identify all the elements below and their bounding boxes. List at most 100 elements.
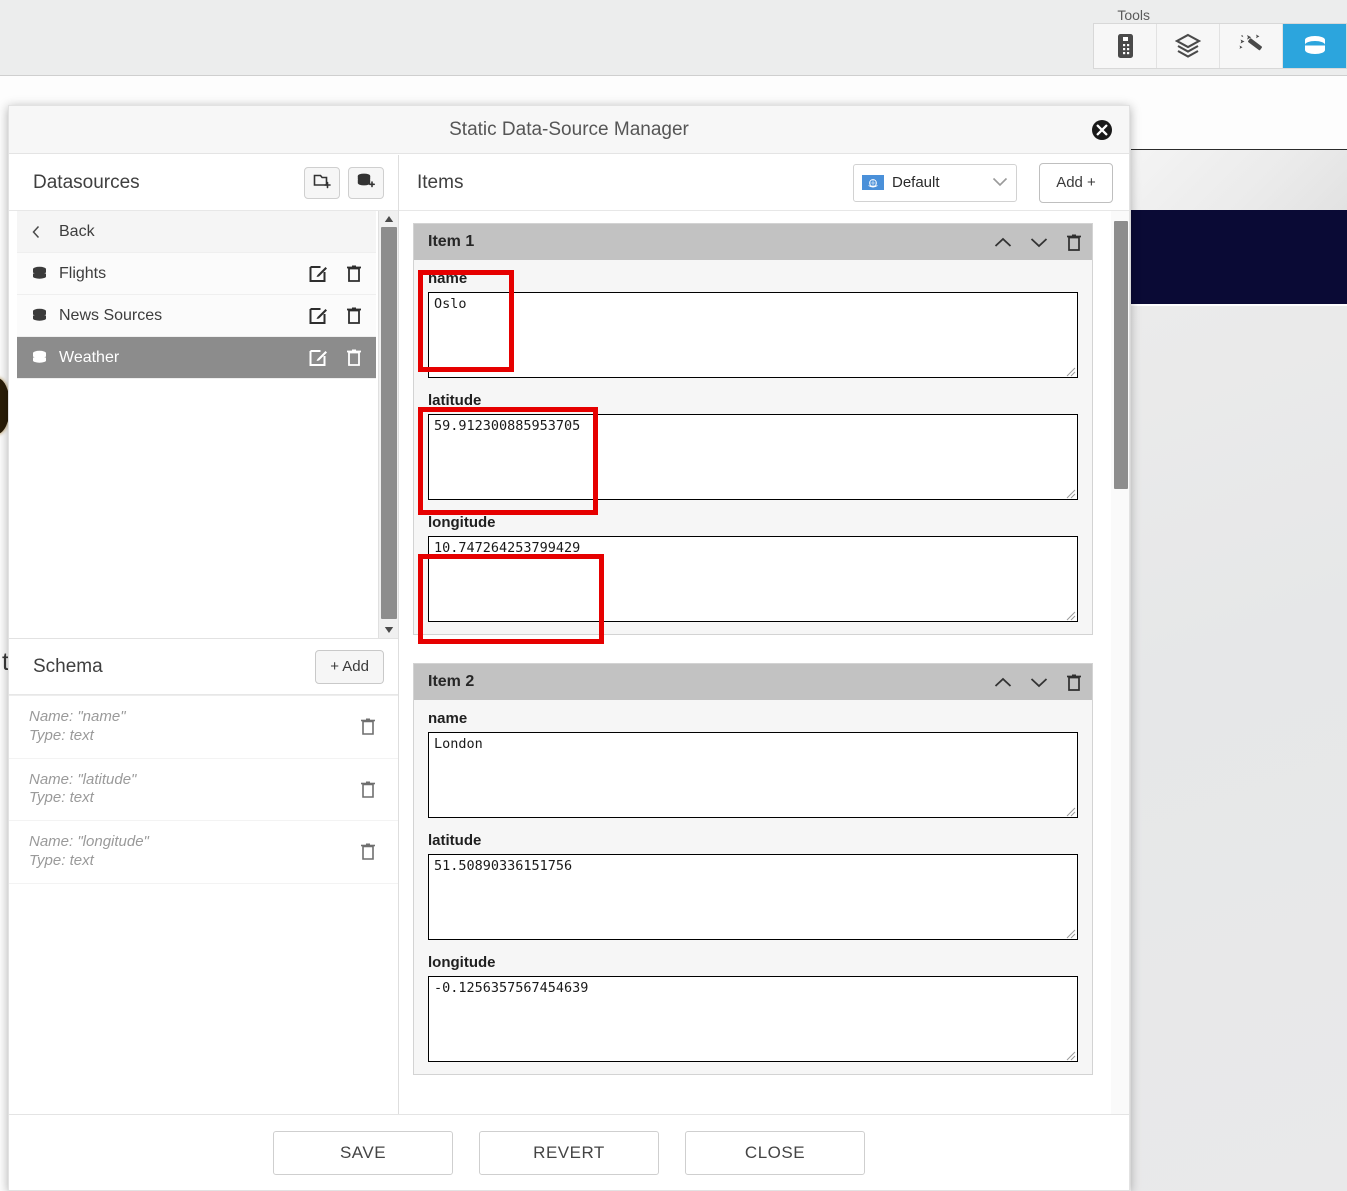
scroll-up-arrow[interactable] <box>379 211 398 227</box>
widget-tool-button[interactable] <box>1094 24 1157 68</box>
datasource-row-news-sources[interactable]: News Sources <box>17 295 376 337</box>
items-scrollbar[interactable] <box>1111 211 1129 1114</box>
database-icon <box>31 266 53 281</box>
chevron-down-icon[interactable] <box>1030 677 1048 688</box>
tool-button-group <box>1093 23 1347 69</box>
schema-field-info: Name: "latitude" Type: text <box>29 771 360 809</box>
field-label: longitude <box>428 514 496 531</box>
add-item-button[interactable]: Add + <box>1039 162 1113 203</box>
trash-icon[interactable] <box>346 306 362 325</box>
schema-add-button[interactable]: + Add <box>315 649 384 684</box>
back-row[interactable]: Back <box>17 211 376 253</box>
field-label: name <box>428 270 468 287</box>
trash-icon[interactable] <box>1066 233 1082 252</box>
field-textarea[interactable]: 59.912300885953705 <box>428 414 1078 500</box>
database-icon <box>31 350 53 365</box>
trash-icon[interactable] <box>346 264 362 283</box>
resize-grip-icon[interactable] <box>1064 364 1076 377</box>
item-actions <box>994 233 1082 252</box>
scroll-down-arrow[interactable] <box>379 622 398 638</box>
items-title: Items <box>417 171 464 193</box>
edit-icon[interactable] <box>309 306 328 325</box>
field-value: 10.747264253799429 <box>434 540 581 556</box>
item-field: latitude 51.50890336151756 <box>414 822 1092 944</box>
un-flag-icon <box>862 175 884 190</box>
chevron-down-icon <box>992 174 1008 192</box>
schema-row[interactable]: Name: "name" Type: text <box>9 696 398 759</box>
schema-list: Name: "name" Type: text Name: "latitude" <box>9 695 398 1114</box>
edit-icon[interactable] <box>309 264 328 283</box>
trash-icon[interactable] <box>346 348 362 367</box>
locale-label: Default <box>892 174 940 191</box>
save-button[interactable]: SAVE <box>273 1130 453 1175</box>
field-textarea[interactable]: 51.50890336151756 <box>428 854 1078 940</box>
trash-icon[interactable] <box>360 780 376 799</box>
datasource-row-actions <box>309 264 362 283</box>
datasource-row-actions <box>309 348 362 367</box>
style-tool-button[interactable] <box>1220 24 1283 68</box>
field-label: longitude <box>428 954 496 971</box>
datasource-row-flights[interactable]: Flights <box>17 253 376 295</box>
trash-icon[interactable] <box>360 842 376 861</box>
chevron-up-icon[interactable] <box>994 677 1012 688</box>
dialog-titlebar: Static Data-Source Manager <box>9 106 1129 154</box>
schema-field-type: Type: text <box>29 851 94 869</box>
add-folder-button[interactable] <box>304 166 340 199</box>
add-datasource-button[interactable] <box>348 166 384 199</box>
add-database-icon <box>356 172 376 194</box>
resize-grip-icon[interactable] <box>1064 1048 1076 1061</box>
trash-icon[interactable] <box>1066 673 1082 692</box>
chevron-up-icon[interactable] <box>994 237 1012 248</box>
datasource-row-weather[interactable]: Weather <box>17 337 376 379</box>
field-textarea[interactable]: Oslo <box>428 292 1078 378</box>
item-title: Item 2 <box>428 673 475 690</box>
trash-icon[interactable] <box>360 717 376 736</box>
item-actions <box>994 673 1082 692</box>
field-textarea[interactable]: -0.1256357567454639 <box>428 976 1078 1062</box>
schema-header: Schema + Add <box>9 639 398 695</box>
revert-button[interactable]: REVERT <box>479 1130 659 1175</box>
schema-field-name: Name: "name" <box>29 708 126 725</box>
locale-dropdown[interactable]: Default <box>853 163 1017 202</box>
schema-row[interactable]: Name: "latitude" Type: text <box>9 759 398 821</box>
schema-row[interactable]: Name: "longitude" Type: text <box>9 821 398 884</box>
item-field: name Oslo <box>414 260 1092 382</box>
database-icon <box>1302 34 1328 58</box>
field-value: 59.912300885953705 <box>434 418 581 434</box>
resize-grip-icon[interactable] <box>1064 608 1076 621</box>
datasources-scrollbar[interactable] <box>378 211 398 638</box>
datasources-list-container: Back Flights News Sources Weather <box>9 211 398 639</box>
add-folder-icon <box>313 172 332 194</box>
close-button[interactable]: CLOSE <box>685 1130 865 1175</box>
scrollbar-thumb[interactable] <box>381 227 397 619</box>
chevron-left-icon <box>31 225 53 239</box>
background-image-bottom <box>1131 306 1347 1191</box>
datasource-tool-button[interactable] <box>1283 24 1346 68</box>
edit-icon[interactable] <box>309 348 328 367</box>
datasource-label: Weather <box>59 348 120 366</box>
field-textarea[interactable]: London <box>428 732 1078 818</box>
chevron-down-icon[interactable] <box>1030 237 1048 248</box>
dialog-title: Static Data-Source Manager <box>449 118 689 140</box>
field-value: London <box>434 736 483 752</box>
field-textarea[interactable]: 10.747264253799429 <box>428 536 1078 622</box>
schema-field-type: Type: text <box>29 726 94 744</box>
resize-grip-icon[interactable] <box>1064 804 1076 817</box>
item-title: Item 1 <box>428 233 475 250</box>
resize-grip-icon[interactable] <box>1064 926 1076 939</box>
schema-field-info: Name: "longitude" Type: text <box>29 833 360 871</box>
resize-grip-icon[interactable] <box>1064 486 1076 499</box>
datasource-row-actions <box>309 306 362 325</box>
field-label: latitude <box>428 832 482 849</box>
layers-tool-button[interactable] <box>1157 24 1220 68</box>
field-value: 51.50890336151756 <box>434 858 573 874</box>
item-card: Item 1 name Oslo latitude 59.91230088595… <box>413 223 1093 635</box>
datasources-header: Datasources <box>9 155 398 211</box>
close-icon[interactable] <box>1091 119 1113 141</box>
items-list: Item 1 name Oslo latitude 59.91230088595… <box>413 223 1093 1103</box>
schema-title: Schema <box>33 655 103 677</box>
datasources-list: Back Flights News Sources Weather <box>17 211 376 379</box>
background-image-top <box>1131 150 1347 210</box>
scrollbar-thumb[interactable] <box>1114 221 1128 489</box>
dialog-body: Datasources Back Flights News Sources We… <box>9 155 1129 1114</box>
